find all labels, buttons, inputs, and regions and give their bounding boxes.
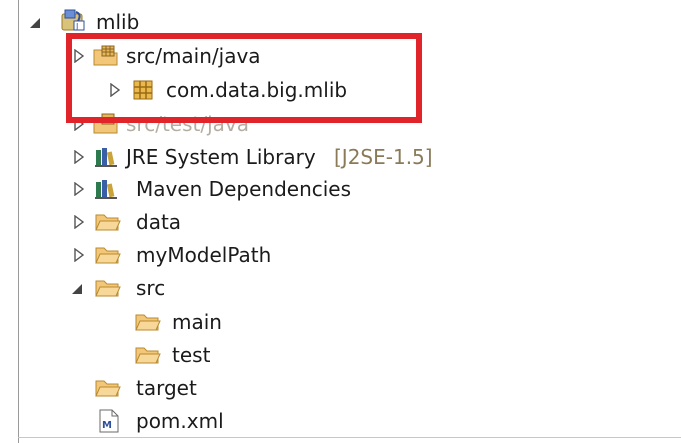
tree-item-label: src/main/java bbox=[126, 44, 261, 68]
tree-item-src-test-java[interactable]: src/test/java bbox=[0, 108, 681, 140]
tree-item-pom-xml[interactable]: M pom.xml bbox=[0, 405, 681, 437]
maven-pom-icon: M bbox=[98, 409, 124, 433]
tree-item-target[interactable]: target bbox=[0, 372, 681, 404]
svg-text:J: J bbox=[75, 22, 78, 31]
twisty-expanded-icon[interactable] bbox=[70, 281, 84, 297]
twisty-collapsed-icon[interactable] bbox=[72, 247, 86, 263]
tree-item-label: pom.xml bbox=[136, 409, 224, 433]
tree-item-maven-dependencies[interactable]: Maven Dependencies bbox=[0, 173, 681, 205]
folder-icon bbox=[94, 244, 121, 268]
twisty-collapsed-icon[interactable] bbox=[72, 48, 86, 64]
twisty-collapsed-icon[interactable] bbox=[108, 82, 122, 98]
package-icon bbox=[130, 78, 156, 102]
tree-item-mlib[interactable]: J mlib bbox=[0, 6, 681, 38]
tree-item-decoration: [J2SE-1.5] bbox=[334, 145, 433, 169]
tree-item-label: myModelPath bbox=[136, 243, 272, 267]
tree-item-label: JRE System Library bbox=[126, 145, 316, 169]
tree-item-mymodelpath[interactable]: myModelPath bbox=[0, 239, 681, 271]
tree-item-main[interactable]: main bbox=[0, 306, 681, 338]
tree-item-label: test bbox=[172, 343, 211, 367]
svg-text:M: M bbox=[102, 420, 112, 431]
tree-item-src[interactable]: src bbox=[0, 272, 681, 304]
tree-item-label: com.data.big.mlib bbox=[166, 78, 348, 102]
tree-item-data[interactable]: data bbox=[0, 206, 681, 238]
twisty-collapsed-icon[interactable] bbox=[72, 149, 86, 165]
java-project-icon: J bbox=[60, 8, 86, 32]
tree-item-label: target bbox=[136, 376, 197, 400]
folder-icon bbox=[134, 344, 161, 368]
twisty-collapsed-icon[interactable] bbox=[72, 181, 86, 197]
folder-icon bbox=[94, 277, 121, 301]
source-folder-icon bbox=[92, 44, 118, 68]
folder-icon bbox=[134, 311, 161, 335]
library-icon bbox=[94, 146, 120, 170]
tree-item-label: src/test/java bbox=[126, 112, 249, 136]
tree-item-label: mlib bbox=[96, 10, 140, 34]
tree-item-label: src bbox=[136, 276, 166, 300]
source-folder-icon bbox=[92, 112, 118, 136]
tree-item-test[interactable]: test bbox=[0, 339, 681, 371]
folder-icon bbox=[94, 211, 121, 235]
twisty-collapsed-icon[interactable] bbox=[72, 214, 86, 230]
tree-item-jre-system-library[interactable]: JRE System Library [J2SE-1.5] bbox=[0, 141, 681, 173]
folder-icon bbox=[94, 377, 121, 401]
tree-item-label: main bbox=[172, 310, 222, 334]
tree-item-src-main-java[interactable]: src/main/java bbox=[0, 40, 681, 72]
tree-item-label: data bbox=[136, 210, 182, 234]
tree-item-label: Maven Dependencies bbox=[136, 177, 352, 201]
view-bottom-border bbox=[18, 437, 681, 438]
tree-item-package[interactable]: com.data.big.mlib bbox=[0, 74, 681, 106]
twisty-expanded-icon[interactable] bbox=[28, 15, 42, 31]
twisty-collapsed-icon[interactable] bbox=[72, 116, 86, 132]
library-icon bbox=[94, 178, 120, 202]
